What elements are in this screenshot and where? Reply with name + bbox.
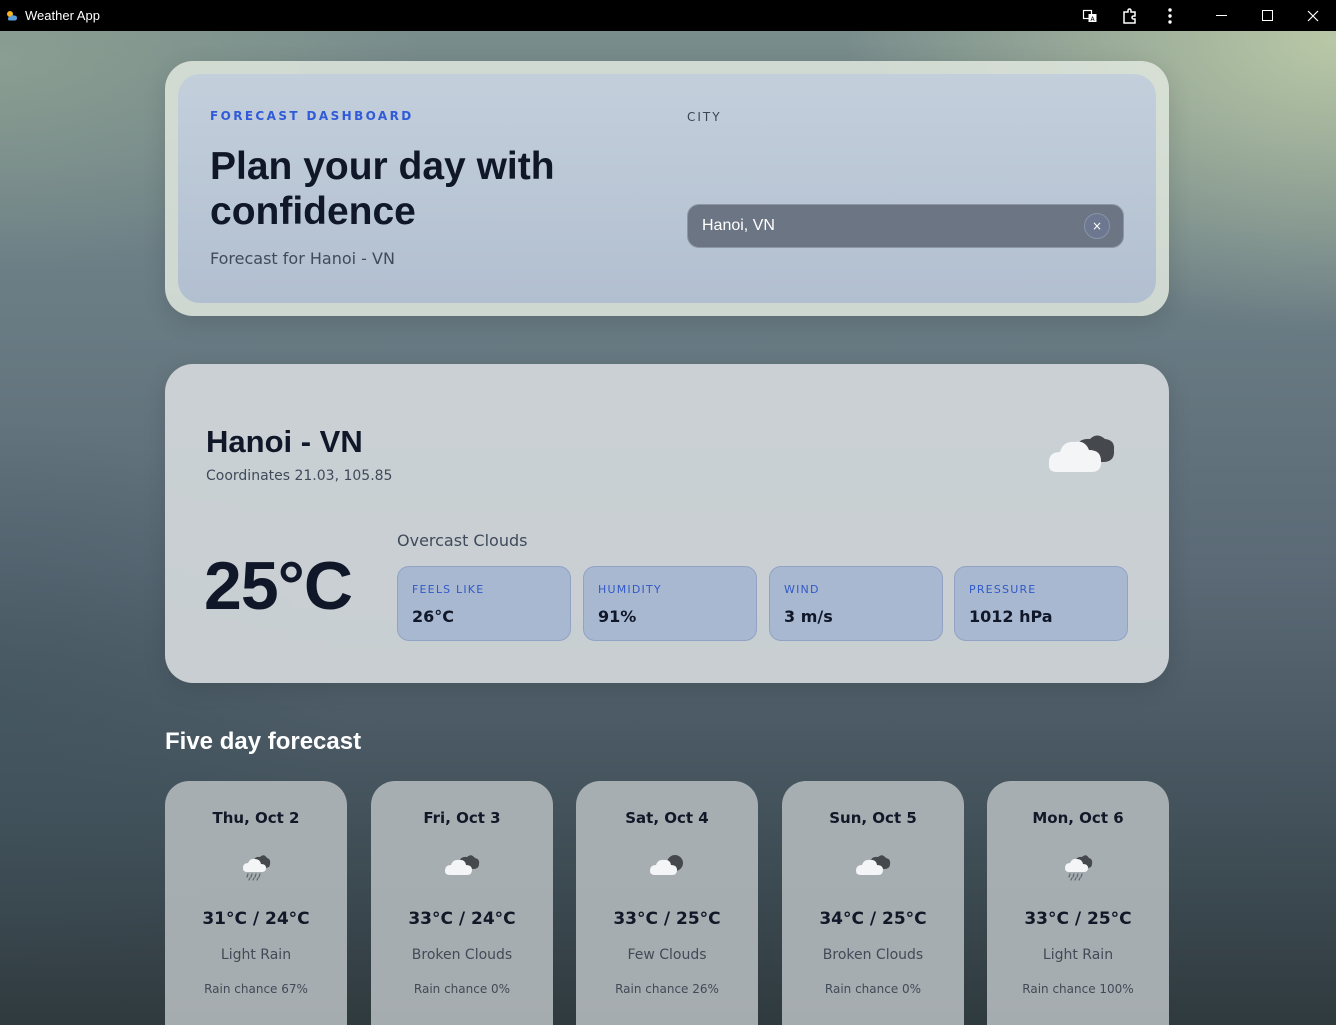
rain-chance: Rain chance 0% [824, 982, 922, 996]
forecast-temp-range: 33°C / 24°C [408, 909, 516, 929]
current-weather-card: Hanoi - VN Coordinates 21.03, 105.85 25°… [165, 364, 1169, 683]
broken-clouds-icon [782, 853, 964, 879]
forecast-description: Broken Clouds [411, 947, 513, 963]
clear-city-button[interactable]: × [1084, 213, 1110, 239]
forecast-day-card: Sat, Oct 4 33°C / 25°C Few Clouds Rain c… [576, 781, 758, 1025]
extensions-icon[interactable] [1110, 0, 1150, 31]
rain-icon [987, 853, 1169, 881]
forecast-description: Few Clouds [627, 947, 707, 963]
forecast-subtitle: Forecast for Hanoi - VN [210, 249, 395, 268]
city-search-field: × [687, 204, 1124, 248]
forecast-description: Broken Clouds [822, 947, 924, 963]
city-label: CITY [687, 110, 722, 124]
forecast-date: Mon, Oct 6 [1032, 809, 1124, 827]
app-content: FORECAST DASHBOARD Plan your day with co… [0, 31, 1336, 1025]
stat-value: 3 m/s [784, 607, 833, 626]
page-title: Plan your day with confidence [210, 145, 555, 233]
stat-humidity: HUMIDITY 91% [583, 566, 757, 641]
stat-value: 26°C [412, 607, 455, 626]
forecast-temp-range: 34°C / 25°C [819, 909, 927, 929]
rain-icon [165, 853, 347, 881]
forecast-day-card: Fri, Oct 3 33°C / 24°C Broken Clouds Rai… [371, 781, 553, 1025]
broken-clouds-icon [371, 853, 553, 879]
stat-feels-like: FEELS LIKE 26°C [397, 566, 571, 641]
city-input[interactable] [688, 217, 1084, 235]
rain-chance: Rain chance 67% [204, 982, 308, 996]
forecast-description: Light Rain [1042, 947, 1114, 963]
current-temperature: 25°C [204, 548, 353, 624]
forecast-date: Sun, Oct 5 [829, 809, 917, 827]
stat-label: PRESSURE [969, 583, 1037, 596]
stat-label: HUMIDITY [598, 583, 662, 596]
more-options-icon[interactable] [1150, 0, 1190, 31]
stat-value: 1012 hPa [969, 607, 1053, 626]
forecast-day-card: Sun, Oct 5 34°C / 25°C Broken Clouds Rai… [782, 781, 964, 1025]
rain-chance: Rain chance 100% [1022, 982, 1134, 996]
forecast-temp-range: 33°C / 25°C [613, 909, 721, 929]
stat-pressure: PRESSURE 1012 hPa [954, 566, 1128, 641]
rain-chance: Rain chance 0% [413, 982, 511, 996]
stat-label: FEELS LIKE [412, 583, 485, 596]
forecast-description: Light Rain [220, 947, 292, 963]
stat-value: 91% [598, 607, 637, 626]
forecast-date: Fri, Oct 3 [423, 809, 501, 827]
maximize-icon[interactable] [1244, 0, 1290, 31]
current-description: Overcast Clouds [397, 531, 528, 550]
rain-chance: Rain chance 26% [615, 982, 719, 996]
forecast-day-card: Mon, Oct 6 33°C / 25°C Light Rain Rain c… [987, 781, 1169, 1025]
forecast-temp-range: 33°C / 25°C [1024, 909, 1132, 929]
translate-icon[interactable]: A [1070, 0, 1110, 31]
minimize-icon[interactable] [1198, 0, 1244, 31]
forecast-date: Sat, Oct 4 [625, 809, 709, 827]
forecast-day-card: Thu, Oct 2 31°C / 24°C Light Rain Rain c… [165, 781, 347, 1025]
eyebrow-label: FORECAST DASHBOARD [210, 109, 414, 123]
hero-panel: FORECAST DASHBOARD Plan your day with co… [178, 74, 1156, 303]
overcast-clouds-icon [1045, 430, 1117, 482]
close-icon[interactable] [1290, 0, 1336, 31]
forecast-heading: Five day forecast [165, 728, 362, 755]
forecast-temp-range: 31°C / 24°C [202, 909, 310, 929]
stat-wind: WIND 3 m/s [769, 566, 943, 641]
hero-card: FORECAST DASHBOARD Plan your day with co… [165, 61, 1169, 316]
stat-label: WIND [784, 583, 820, 596]
coordinates-text: Coordinates 21.03, 105.85 [206, 468, 393, 484]
forecast-date: Thu, Oct 2 [212, 809, 300, 827]
title-bar: Weather App A [0, 0, 1336, 31]
current-city-name: Hanoi - VN [206, 424, 363, 459]
few-clouds-icon [576, 853, 758, 879]
window-title: Weather App [25, 8, 100, 23]
app-weather-icon [5, 9, 19, 23]
